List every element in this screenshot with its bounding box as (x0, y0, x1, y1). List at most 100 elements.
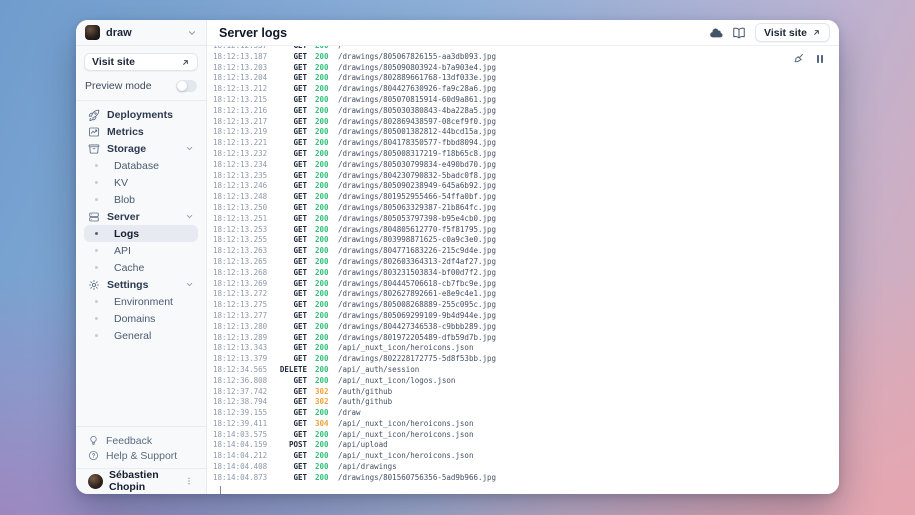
log-line: 18:12:13.246 GET 200 /drawings/805090238… (213, 181, 839, 192)
log-path: /drawings/805063329387-21b864fc.jpg (338, 203, 496, 214)
bullet-dot (95, 300, 98, 303)
toggle-knob (177, 81, 187, 91)
log-method: GET (271, 462, 307, 473)
log-line: 18:14:04.408 GET 200 /api/drawings (213, 462, 839, 473)
sidebar-item-cache[interactable]: Cache (84, 259, 198, 276)
log-toolbar (793, 53, 826, 65)
log-status: 200 (315, 84, 331, 95)
chart-icon (88, 126, 100, 138)
log-status: 200 (315, 354, 331, 365)
sidebar-item-server[interactable]: Server (84, 208, 198, 225)
log-timestamp: 18:12:38.794 (213, 397, 271, 408)
log-line: 18:12:13.204 GET 200 /drawings/802889661… (213, 73, 839, 84)
log-method: GET (271, 225, 307, 236)
sidebar-item-help-support[interactable]: Help & Support (84, 448, 198, 463)
log-status: 200 (315, 430, 331, 441)
log-line: 18:12:13.272 GET 200 /drawings/802627892… (213, 289, 839, 300)
sidebar-item-database[interactable]: Database (84, 157, 198, 174)
sidebar-nav: DeploymentsMetricsStorageDatabaseKVBlobS… (84, 106, 198, 344)
log-timestamp: 18:12:39.155 (213, 408, 271, 419)
sidebar-item-storage[interactable]: Storage (84, 140, 198, 157)
log-line: 18:12:38.794 GET 302 /auth/github (213, 397, 839, 408)
visit-site-label: Visit site (92, 56, 135, 68)
account-menu[interactable]: Sébastien Chopin (84, 469, 198, 494)
log-method: GET (271, 63, 307, 74)
log-path: /drawings/801952955466-54ffa0bf.jpg (338, 192, 496, 203)
log-timestamp: 18:12:13.251 (213, 214, 271, 225)
log-path: /auth/github (338, 387, 392, 398)
log-method: GET (271, 214, 307, 225)
project-switcher[interactable]: draw (76, 20, 206, 46)
log-timestamp: 18:12:13.275 (213, 300, 271, 311)
sidebar-item-general[interactable]: General (84, 327, 198, 344)
archive-icon (88, 143, 100, 155)
main-header: Server logs Visit site (207, 20, 839, 46)
sidebar-item-metrics[interactable]: Metrics (84, 123, 198, 140)
log-path: /drawings/805008317219-f18b65c8.jpg (338, 149, 496, 160)
sidebar-item-blob[interactable]: Blob (84, 191, 198, 208)
log-status: 200 (315, 106, 331, 117)
log-status: 200 (315, 73, 331, 84)
sidebar-item-feedback[interactable]: Feedback (84, 433, 198, 448)
arrow-up-right-icon (812, 28, 821, 37)
log-method: GET (271, 160, 307, 171)
log-timestamp: 18:12:13.215 (213, 95, 271, 106)
log-path: /drawings/801972205489-dfb59d7b.jpg (338, 333, 496, 344)
log-status: 200 (315, 473, 331, 484)
log-path: /drawings/803231503834-bf00d7f2.jpg (338, 268, 496, 279)
log-method: GET (271, 311, 307, 322)
log-line: 18:12:13.269 GET 200 /drawings/804445706… (213, 279, 839, 290)
clear-logs-broom-icon[interactable] (793, 53, 805, 65)
log-status: 200 (315, 203, 331, 214)
log-path: /drawings/801560756356-5ad9b966.jpg (338, 473, 496, 484)
log-viewport[interactable]: 18:12:12.557 GET 200 / 18:12:13.187 GET … (207, 46, 839, 494)
log-line: 18:12:39.411 GET 304 /api/_nuxt_icon/her… (213, 419, 839, 430)
log-timestamp: 18:12:13.265 (213, 257, 271, 268)
rocket-icon (88, 109, 100, 121)
cloud-icon[interactable] (709, 26, 723, 40)
sidebar-item-deployments[interactable]: Deployments (84, 106, 198, 123)
log-method: GET (271, 235, 307, 246)
visit-site-button-sidebar[interactable]: Visit site (84, 53, 198, 71)
sidebar-item-environment[interactable]: Environment (84, 293, 198, 310)
log-line: 18:12:34.565 DELETE 200 /api/_auth/sessi… (213, 365, 839, 376)
log-line: 18:12:39.155 GET 200 /draw (213, 408, 839, 419)
log-lines: 18:12:12.557 GET 200 / 18:12:13.187 GET … (207, 46, 839, 494)
log-path: /drawings/804230790832-5badc0f8.jpg (338, 171, 496, 182)
log-timestamp: 18:12:36.808 (213, 376, 271, 387)
log-method: GET (271, 52, 307, 63)
log-path: /drawings/805008268889-255c095c.jpg (338, 300, 496, 311)
arrow-up-right-icon (181, 58, 190, 67)
sidebar-item-logs[interactable]: Logs (84, 225, 198, 242)
log-timestamp: 18:12:13.277 (213, 311, 271, 322)
log-line: 18:14:03.575 GET 200 /api/_nuxt_icon/her… (213, 430, 839, 441)
log-method: GET (271, 376, 307, 387)
preview-mode-toggle[interactable] (176, 80, 197, 92)
log-status: 200 (315, 138, 331, 149)
log-status: 200 (315, 52, 331, 63)
book-open-icon[interactable] (732, 26, 746, 40)
log-line: 18:12:13.216 GET 200 /drawings/805030380… (213, 106, 839, 117)
log-path: /drawings/805001382812-44bcd15a.jpg (338, 127, 496, 138)
log-timestamp: 18:12:13.216 (213, 106, 271, 117)
log-status: 200 (315, 225, 331, 236)
sidebar-item-api[interactable]: API (84, 242, 198, 259)
log-status: 304 (315, 419, 331, 430)
log-method: GET (271, 300, 307, 311)
log-status: 200 (315, 192, 331, 203)
log-status: 200 (315, 117, 331, 128)
log-path: /drawings/805030799834-e490bd70.jpg (338, 160, 496, 171)
sidebar-footer: Feedback Help & Support Sébastien Chopin (76, 426, 206, 494)
log-method: GET (271, 149, 307, 160)
log-timestamp: 18:14:04.159 (213, 440, 271, 451)
log-status: 200 (315, 365, 331, 376)
log-line: 18:12:37.742 GET 302 /auth/github (213, 387, 839, 398)
log-timestamp: 18:12:13.204 (213, 73, 271, 84)
pause-logs-icon[interactable] (814, 53, 826, 65)
sidebar-item-domains[interactable]: Domains (84, 310, 198, 327)
visit-site-button-main[interactable]: Visit site (755, 23, 830, 42)
log-method: DELETE (271, 365, 307, 376)
log-path: /drawings/802889661768-13df033e.jpg (338, 73, 496, 84)
sidebar-item-settings[interactable]: Settings (84, 276, 198, 293)
sidebar-item-kv[interactable]: KV (84, 174, 198, 191)
